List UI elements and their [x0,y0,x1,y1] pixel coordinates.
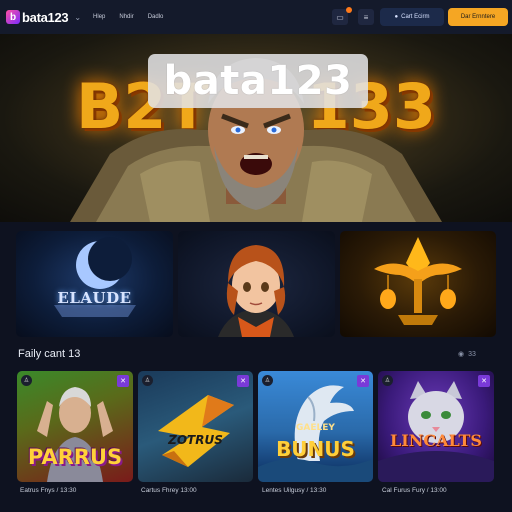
nav-item-second[interactable]: Nhdir [119,14,133,20]
notification-dot [346,7,352,13]
main-nav: Hlep Nhdir Dadlo [93,14,163,20]
top-nav-bar: b bata123 ⌄ Hlep Nhdir Dadlo ▭ ≡ ● Cart … [0,0,512,34]
section-title: Faily cant 13 [18,348,81,360]
register-label: Dar Ernntere [460,14,496,20]
card-subtitle: GAELEY [296,423,335,433]
game-card[interactable]: ♙ ✕ LINCALTS [378,371,494,482]
sign-in-label: Cart Ecirm [401,14,430,20]
register-button[interactable]: Dar Ernntere [448,8,508,26]
favorite-icon[interactable]: ✕ [357,375,369,387]
favorite-icon[interactable]: ✕ [117,375,129,387]
provider-icon: ♙ [262,375,273,386]
favorite-icon[interactable]: ✕ [237,375,249,387]
hero-banner[interactable]: B2T 133 bata123 [0,34,512,222]
provider-icon: ♙ [382,375,393,386]
brand-name: bata123 [22,9,69,25]
golden-fleur-icon [374,237,462,325]
section-controls[interactable]: ◉ 33 [458,350,476,359]
crescent-moon-icon [54,237,136,317]
game-card[interactable]: ♙ ✕ ZOTRUS [138,371,253,482]
golden-hand-artwork [158,395,234,467]
cat-artwork [378,381,494,482]
brand-logo[interactable]: b bata123 ⌄ [6,10,81,25]
hero-brand-overlay: bata123 [148,54,368,108]
tile-label: ELAUDE [57,289,132,307]
card-title: ZOTRUS [168,433,223,447]
card-caption: Cal Furus Fury / 13:00 [382,487,447,494]
chevron-down-icon[interactable]: ⌄ [74,13,81,22]
character-portrait-icon [218,245,294,337]
feature-tile-fleur[interactable] [340,231,496,337]
game-card[interactable]: ♙ ✕ GAELEY BUNUS [258,371,373,482]
card-caption: Lentes Uilgusy / 13:30 [262,487,327,494]
game-card[interactable]: ♙ ✕ PARRUS [17,371,133,482]
card-title: PARRUS [27,445,123,469]
favorite-icon[interactable]: ✕ [478,375,490,387]
casino-page: b bata123 ⌄ Hlep Nhdir Dadlo ▭ ≡ ● Cart … [0,0,512,512]
sign-in-button[interactable]: ● Cart Ecirm [380,8,444,26]
section-more-label: 33 [468,350,476,358]
nav-item-third[interactable]: Dadlo [148,14,164,20]
user-icon: ● [394,14,399,20]
provider-icon: ♙ [21,375,32,386]
hero-overlay-text: bata123 [163,58,353,104]
nav-item-help[interactable]: Hlep [93,14,105,20]
menu-icon[interactable]: ≡ [358,9,374,25]
card-title: BUNUS [276,437,355,461]
info-icon[interactable]: ◉ [458,350,464,358]
provider-icon: ♙ [142,375,153,386]
feature-tile-elaude[interactable]: ELAUDE [16,231,173,337]
card-caption: Cartus Fhrey 13:00 [141,487,197,494]
card-caption: Eatrus Fnys / 13:30 [20,487,77,494]
logo-icon: b [6,10,20,24]
card-title: LINCALTS [390,431,482,450]
feature-tile-character[interactable] [178,231,335,337]
